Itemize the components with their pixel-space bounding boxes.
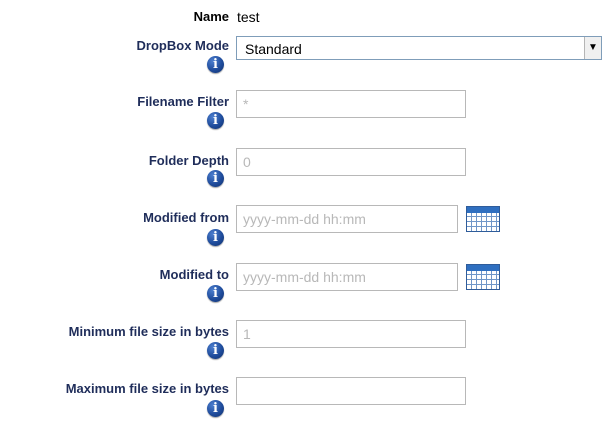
folder-depth-input[interactable] (236, 148, 466, 176)
max-file-size-label: Maximum file size in bytes (65, 381, 229, 396)
min-file-size-label: Minimum file size in bytes (68, 324, 229, 339)
calendar-icon[interactable] (466, 264, 500, 290)
dropbox-mode-label: DropBox Mode (136, 38, 229, 53)
dropbox-mode-select[interactable]: Standard ▼ (236, 36, 602, 60)
name-value: test (237, 9, 260, 25)
modified-from-input[interactable] (236, 205, 458, 233)
dropbox-mode-selected: Standard (245, 41, 302, 57)
chevron-down-icon[interactable]: ▼ (584, 37, 601, 59)
info-icon[interactable]: i (207, 56, 224, 73)
filename-filter-input[interactable] (236, 90, 466, 118)
info-icon[interactable]: i (207, 285, 224, 302)
info-icon[interactable]: i (207, 400, 224, 417)
name-label: Name (193, 9, 229, 24)
info-icon[interactable]: i (207, 342, 224, 359)
min-file-size-input[interactable] (236, 320, 466, 348)
max-file-size-input[interactable] (236, 377, 466, 405)
info-icon[interactable]: i (207, 170, 224, 187)
info-icon[interactable]: i (207, 229, 224, 246)
folder-depth-label: Folder Depth (148, 153, 229, 168)
filename-filter-label: Filename Filter (137, 94, 229, 109)
modified-from-label: Modified from (143, 210, 229, 225)
calendar-icon[interactable] (466, 206, 500, 232)
modified-to-input[interactable] (236, 263, 458, 291)
modified-to-label: Modified to (159, 267, 229, 282)
info-icon[interactable]: i (207, 112, 224, 129)
